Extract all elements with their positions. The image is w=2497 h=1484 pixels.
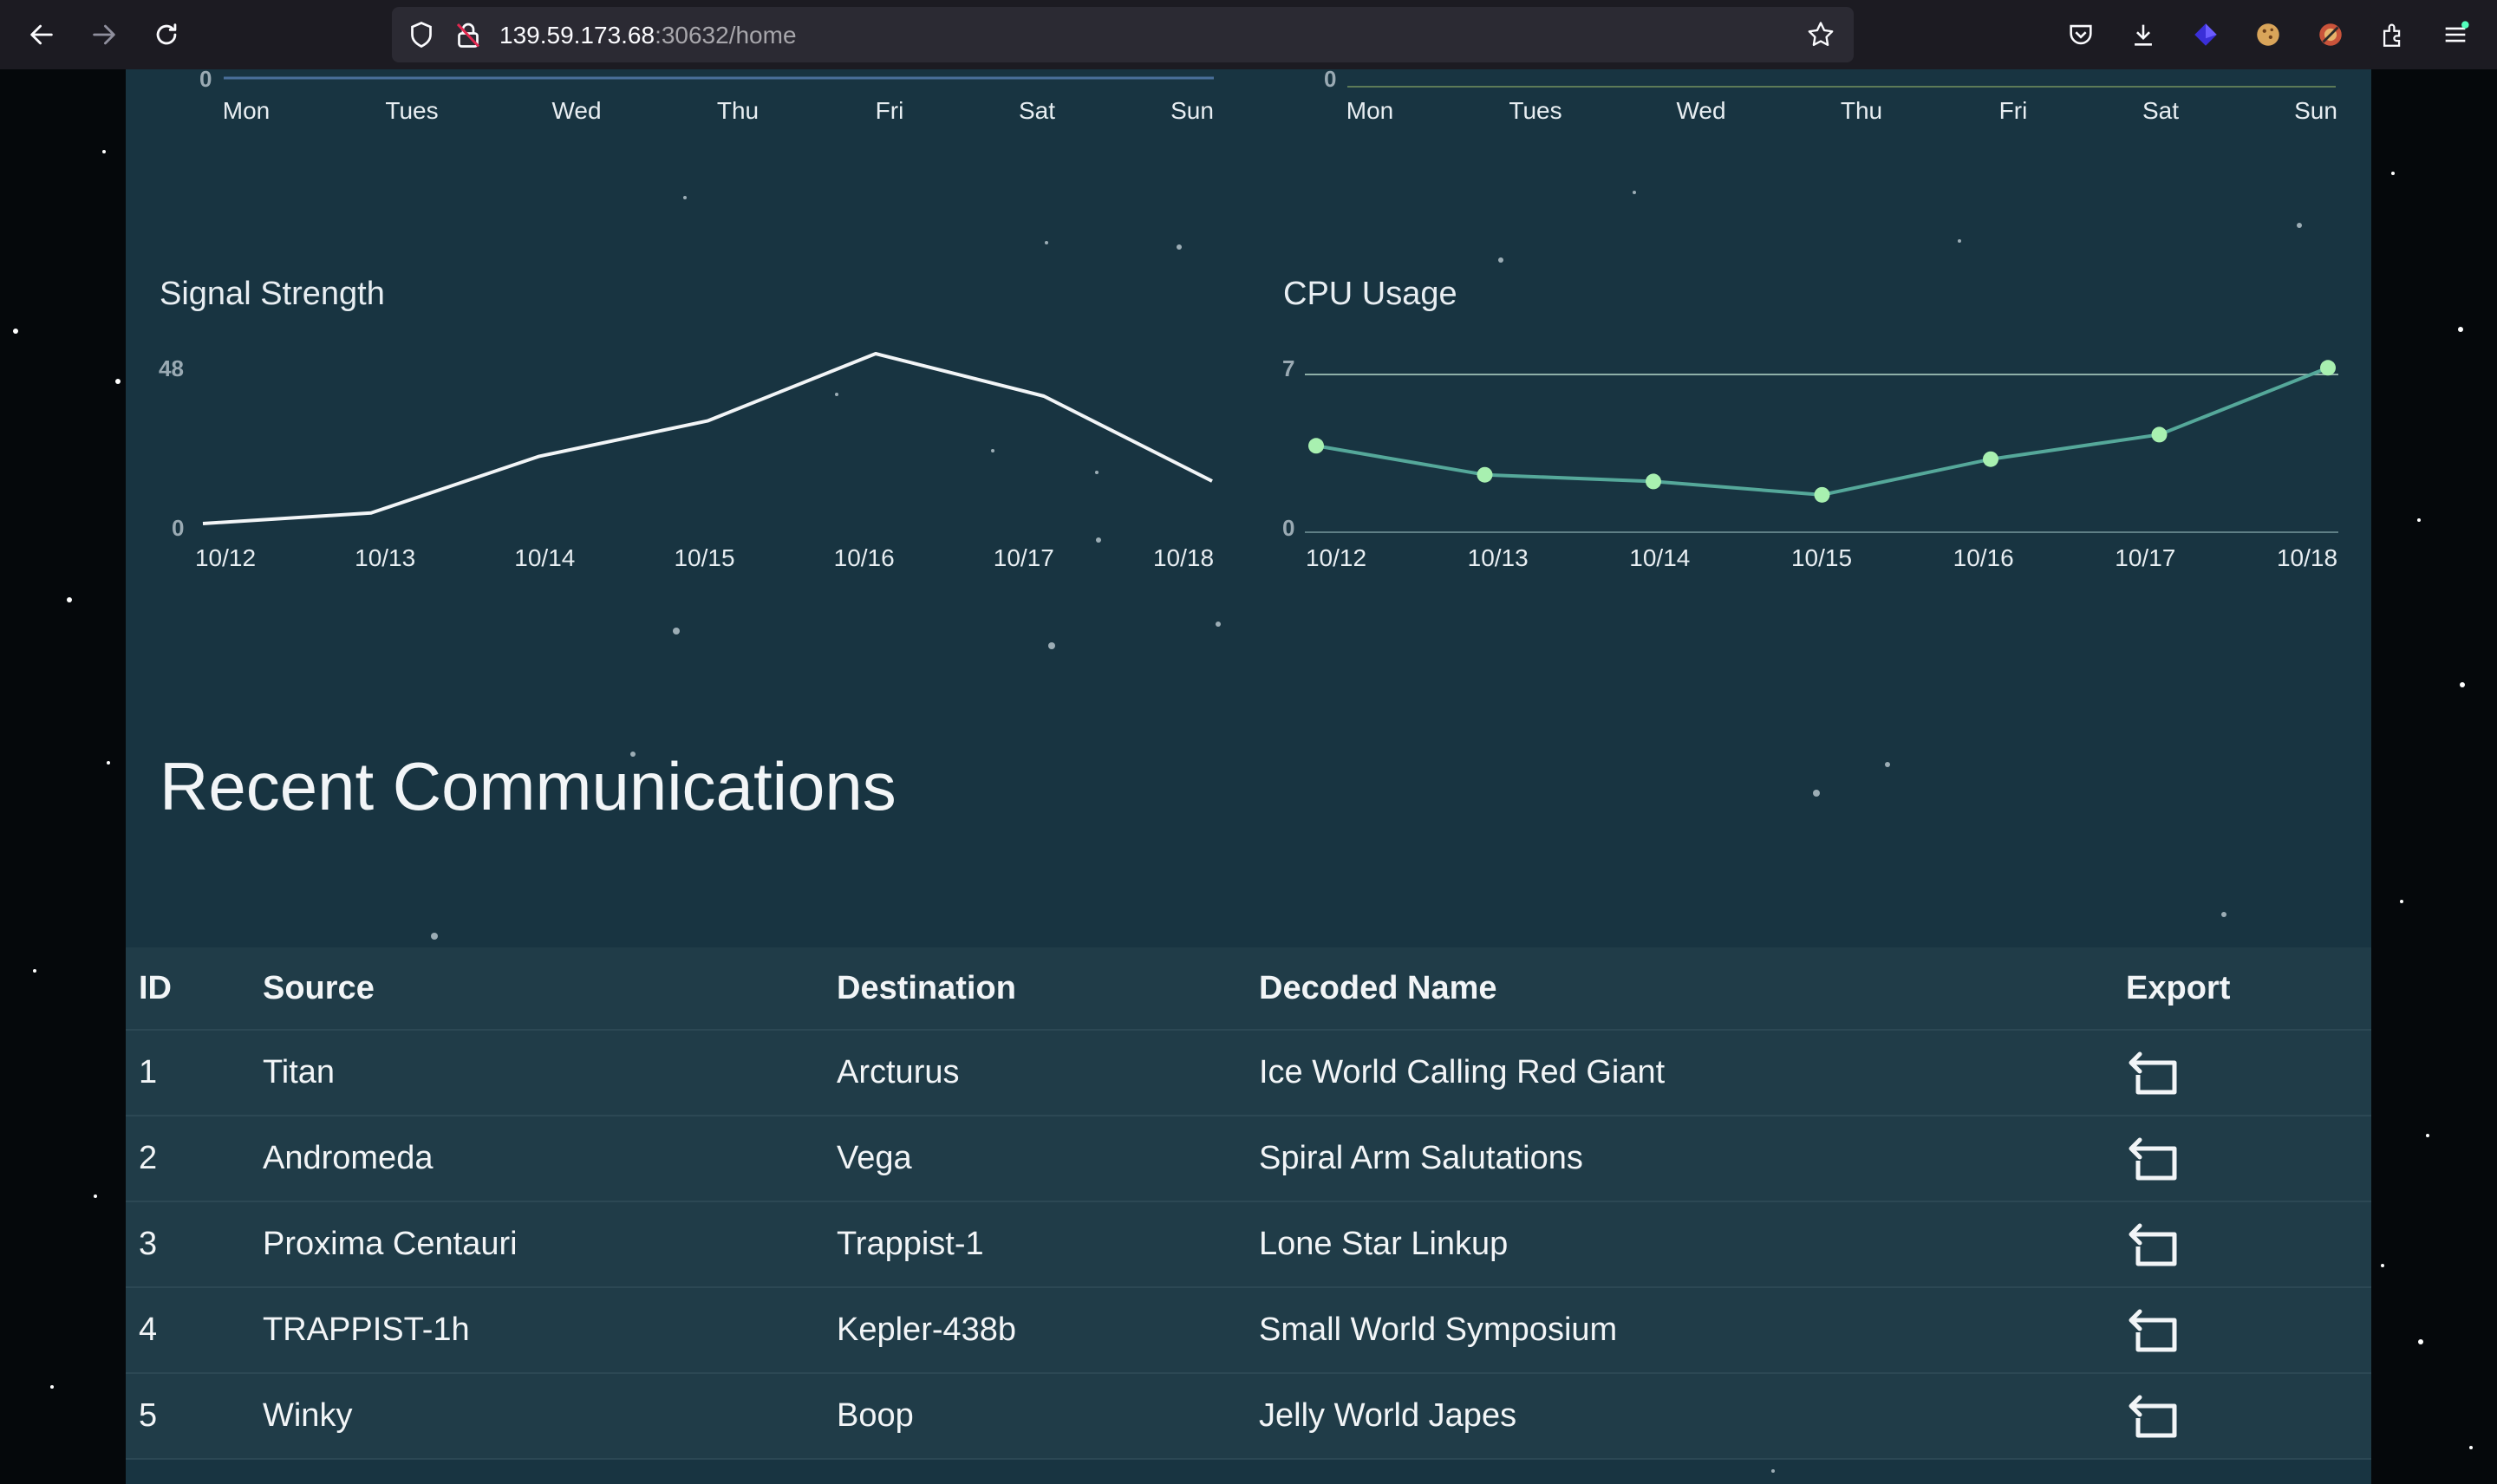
- cell-id: 4: [126, 1287, 263, 1374]
- cell-id: 3: [126, 1201, 263, 1288]
- column-header-export[interactable]: Export: [2126, 947, 2371, 1031]
- export-icon[interactable]: [2126, 1306, 2181, 1355]
- data-point: [2151, 426, 2168, 443]
- data-point: [1983, 451, 1998, 467]
- table-row: 2 Andromeda Vega Spiral Arm Salutations: [126, 1116, 2371, 1202]
- x-tick-label: 10/13: [1467, 544, 1529, 571]
- cell-export: [2126, 1116, 2371, 1202]
- x-tick-label: 10/18: [2276, 544, 2338, 571]
- cell-decoded-name: Spiral Arm Salutations: [1259, 1116, 2126, 1202]
- table-row: 3 Proxima Centauri Trappist-1 Lone Star …: [126, 1201, 2371, 1288]
- data-point: [1814, 486, 1830, 503]
- cell-source: TRAPPIST-1h: [263, 1287, 837, 1374]
- cell-id: 2: [126, 1116, 263, 1202]
- export-icon[interactable]: [2126, 1220, 2181, 1269]
- cell-decoded-name: Ice World Calling Red Giant: [1259, 1030, 2126, 1116]
- table-row: 4 TRAPPIST-1h Kepler-438b Small World Sy…: [126, 1287, 2371, 1374]
- export-icon[interactable]: [2126, 1392, 2181, 1441]
- series-line: [1315, 366, 2329, 497]
- x-tick-label: 10/12: [1305, 544, 1367, 571]
- cell-destination: Trappist-1: [837, 1201, 1259, 1288]
- x-tick-label: 10/14: [1629, 544, 1691, 571]
- cell-destination: Kepler-438b: [837, 1287, 1259, 1374]
- cell-source: Proxima Centauri: [263, 1201, 837, 1288]
- cell-export: [2126, 1201, 2371, 1288]
- cell-export: [2126, 1030, 2371, 1116]
- column-header-decoded-name[interactable]: Decoded Name: [1259, 947, 2126, 1031]
- export-icon[interactable]: [2126, 1049, 2181, 1097]
- table-header-row: ID Source Destination Decoded Name Expor…: [126, 947, 2371, 1031]
- cell-export: [2126, 1373, 2371, 1460]
- cell-decoded-name: Jelly World Japes: [1259, 1373, 2126, 1460]
- export-icon[interactable]: [2126, 1135, 2181, 1183]
- table-row: 5 Winky Boop Jelly World Japes: [126, 1373, 2371, 1460]
- data-point: [2320, 360, 2336, 376]
- x-tick-label: 10/15: [1790, 544, 1853, 571]
- x-tick-label: 10/16: [1953, 544, 2014, 571]
- recent-communications-title: Recent Communications: [160, 748, 896, 824]
- cell-destination: Boop: [837, 1373, 1259, 1460]
- column-header-source[interactable]: Source: [263, 947, 837, 1031]
- cell-id: 1: [126, 1030, 263, 1116]
- table-row: 1 Titan Arcturus Ice World Calling Red G…: [126, 1030, 2371, 1116]
- cell-source: Titan: [263, 1030, 837, 1116]
- cell-destination: Arcturus: [837, 1030, 1259, 1116]
- cell-decoded-name: Small World Symposium: [1259, 1287, 2126, 1374]
- data-point: [1477, 466, 1493, 483]
- cell-decoded-name: Lone Star Linkup: [1259, 1201, 2126, 1288]
- data-point: [1646, 473, 1661, 490]
- cell-source: Winky: [263, 1373, 837, 1460]
- column-header-destination[interactable]: Destination: [837, 947, 1259, 1031]
- cell-id: 5: [126, 1373, 263, 1460]
- x-tick-label: 10/17: [2115, 544, 2176, 571]
- communications-table: ID Source Destination Decoded Name Expor…: [126, 947, 2371, 1460]
- column-header-id[interactable]: ID: [126, 947, 263, 1031]
- data-point: [1308, 438, 1324, 454]
- cell-destination: Vega: [837, 1116, 1259, 1202]
- cell-source: Andromeda: [263, 1116, 837, 1202]
- cell-export: [2126, 1287, 2371, 1374]
